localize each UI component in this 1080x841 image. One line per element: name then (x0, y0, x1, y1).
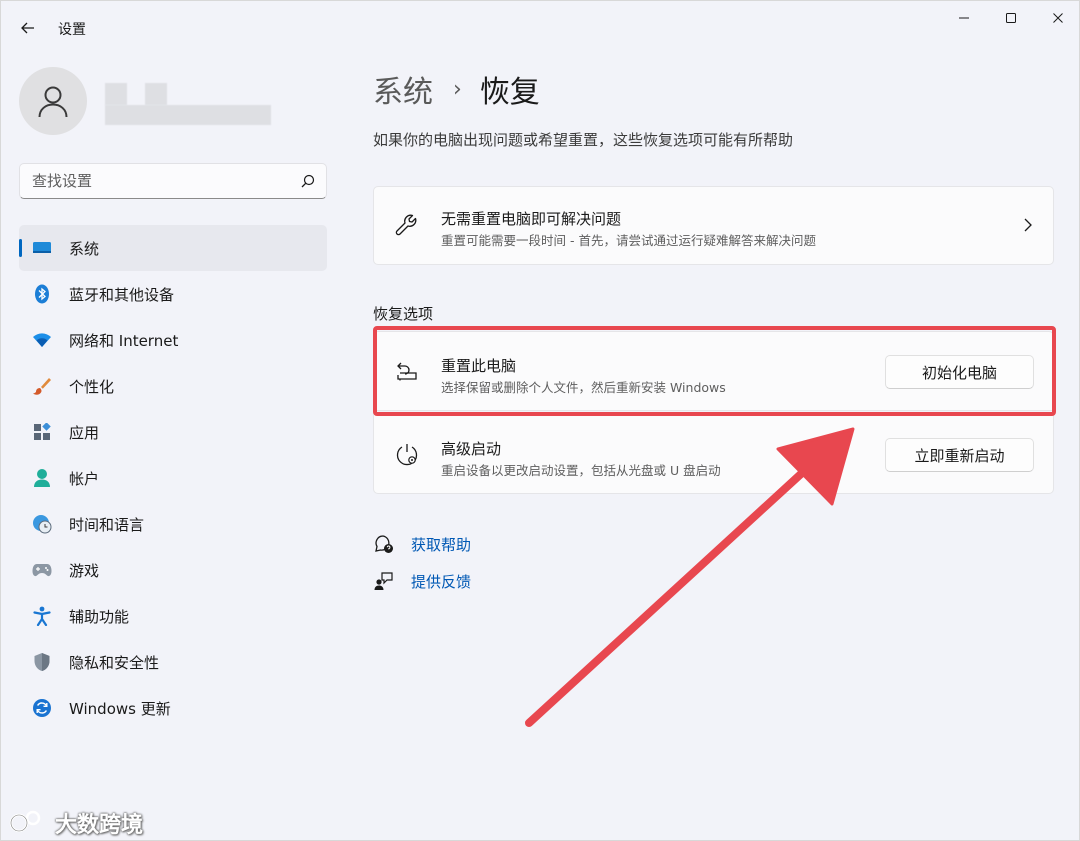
search-box (19, 163, 327, 199)
sidebar-item-label: 应用 (69, 423, 100, 442)
watermark-text: 大数跨境 (55, 813, 144, 838)
sidebar-item-system[interactable]: 系统 (19, 225, 327, 271)
wifi-icon (31, 329, 53, 351)
avatar[interactable] (19, 67, 87, 135)
page-title: 恢复 (479, 75, 540, 110)
get-help-link[interactable]: 获取帮助 (373, 533, 471, 555)
apps-icon (31, 421, 53, 443)
restart-now-button[interactable]: 立即重新启动 (885, 438, 1034, 472)
monitor-icon (31, 237, 53, 259)
sidebar-item-label: 网络和 Internet (69, 331, 179, 350)
minimize-button[interactable] (941, 5, 987, 31)
search-input[interactable] (32, 164, 292, 198)
gamepad-icon (31, 559, 53, 581)
sidebar-item-label: 系统 (69, 239, 100, 258)
maximize-button[interactable] (988, 5, 1034, 31)
minimize-icon (959, 17, 969, 19)
breadcrumb: 系统 › 恢复 (373, 67, 540, 111)
give-feedback-link[interactable]: 提供反馈 (373, 570, 471, 592)
troubleshoot-title: 无需重置电脑即可解决问题 (441, 210, 622, 228)
sidebar-item-label: 辅助功能 (69, 607, 130, 626)
wrench-icon (394, 213, 420, 239)
user-icon (38, 86, 68, 118)
page-description: 如果你的电脑出现问题或希望重置，这些恢复选项可能有所帮助 (373, 131, 794, 149)
give-feedback-link-label[interactable]: 提供反馈 (411, 571, 471, 592)
advanced-startup-card: 高级启动 重启设备以更改启动设置，包括从光盘或 U 盘启动 立即重新启动 (373, 413, 1054, 494)
sidebar-item-label: 帐户 (69, 469, 100, 488)
back-arrow-icon (21, 22, 34, 34)
account-info-redacted (105, 75, 305, 127)
maximize-icon (1006, 13, 1016, 23)
bluetooth-icon (31, 283, 53, 305)
sidebar-item-time-language[interactable]: 时间和语言 (19, 501, 327, 547)
sidebar-item-label: 时间和语言 (69, 515, 145, 534)
close-icon (1053, 13, 1063, 23)
sidebar-item-network[interactable]: 网络和 Internet (19, 317, 327, 363)
globe-clock-icon (31, 513, 53, 535)
sidebar-item-windows-update[interactable]: Windows 更新 (19, 685, 327, 731)
shield-icon (31, 651, 53, 673)
feedback-icon (373, 570, 395, 592)
sidebar-item-accessibility[interactable]: 辅助功能 (19, 593, 327, 639)
update-icon (31, 697, 53, 719)
settings-window: 设置 系统 蓝牙和其他设备 (0, 0, 1080, 841)
close-button[interactable] (1035, 5, 1080, 31)
sidebar-item-label: Windows 更新 (69, 699, 171, 718)
sidebar-item-personalization[interactable]: 个性化 (19, 363, 327, 409)
help-icon (373, 533, 395, 555)
sidebar-nav: 系统 蓝牙和其他设备 网络和 Internet 个性化 应用 帐户 时间和语言 … (19, 225, 327, 731)
brush-icon (31, 375, 53, 397)
get-help-link-label[interactable]: 获取帮助 (411, 534, 471, 555)
restart-gear-icon (394, 442, 420, 468)
breadcrumb-parent[interactable]: 系统 (373, 67, 433, 111)
watermark-logo-icon (9, 810, 41, 833)
reset-pc-subtitle: 选择保留或删除个人文件，然后重新安装 Windows (441, 380, 726, 395)
sidebar-item-privacy[interactable]: 隐私和安全性 (19, 639, 327, 685)
troubleshoot-card[interactable]: 无需重置电脑即可解决问题 重置可能需要一段时间 - 首先，请尝试通过运行疑难解答… (373, 186, 1054, 265)
watermark: 大数跨境 (9, 807, 143, 839)
chevron-right-icon (1024, 218, 1032, 232)
sidebar-item-label: 游戏 (69, 561, 100, 580)
reset-pc-card: 重置此电脑 选择保留或删除个人文件，然后重新安装 Windows 初始化电脑 (373, 331, 1054, 411)
reset-pc-button[interactable]: 初始化电脑 (885, 355, 1034, 389)
advanced-startup-subtitle: 重启设备以更改启动设置，包括从光盘或 U 盘启动 (441, 463, 721, 478)
sidebar-item-apps[interactable]: 应用 (19, 409, 327, 455)
sidebar-item-bluetooth[interactable]: 蓝牙和其他设备 (19, 271, 327, 317)
sidebar-item-gaming[interactable]: 游戏 (19, 547, 327, 593)
reset-pc-title: 重置此电脑 (441, 357, 517, 375)
sidebar-item-label: 个性化 (69, 377, 115, 396)
advanced-startup-title: 高级启动 (441, 440, 502, 458)
sidebar-item-accounts[interactable]: 帐户 (19, 455, 327, 501)
accessibility-icon (31, 605, 53, 627)
account-icon (31, 467, 53, 489)
sidebar-item-label: 蓝牙和其他设备 (69, 285, 175, 304)
back-button[interactable] (15, 15, 41, 41)
sidebar-item-label: 隐私和安全性 (69, 653, 160, 672)
section-title: 恢复选项 (373, 305, 434, 323)
reset-pc-icon (394, 359, 420, 385)
app-title: 设置 (58, 22, 86, 38)
search-icon[interactable] (300, 173, 316, 189)
troubleshoot-subtitle: 重置可能需要一段时间 - 首先，请尝试通过运行疑难解答来解决问题 (441, 233, 816, 248)
title-bar: 设置 (1, 1, 1080, 53)
breadcrumb-separator-icon: › (453, 76, 462, 102)
